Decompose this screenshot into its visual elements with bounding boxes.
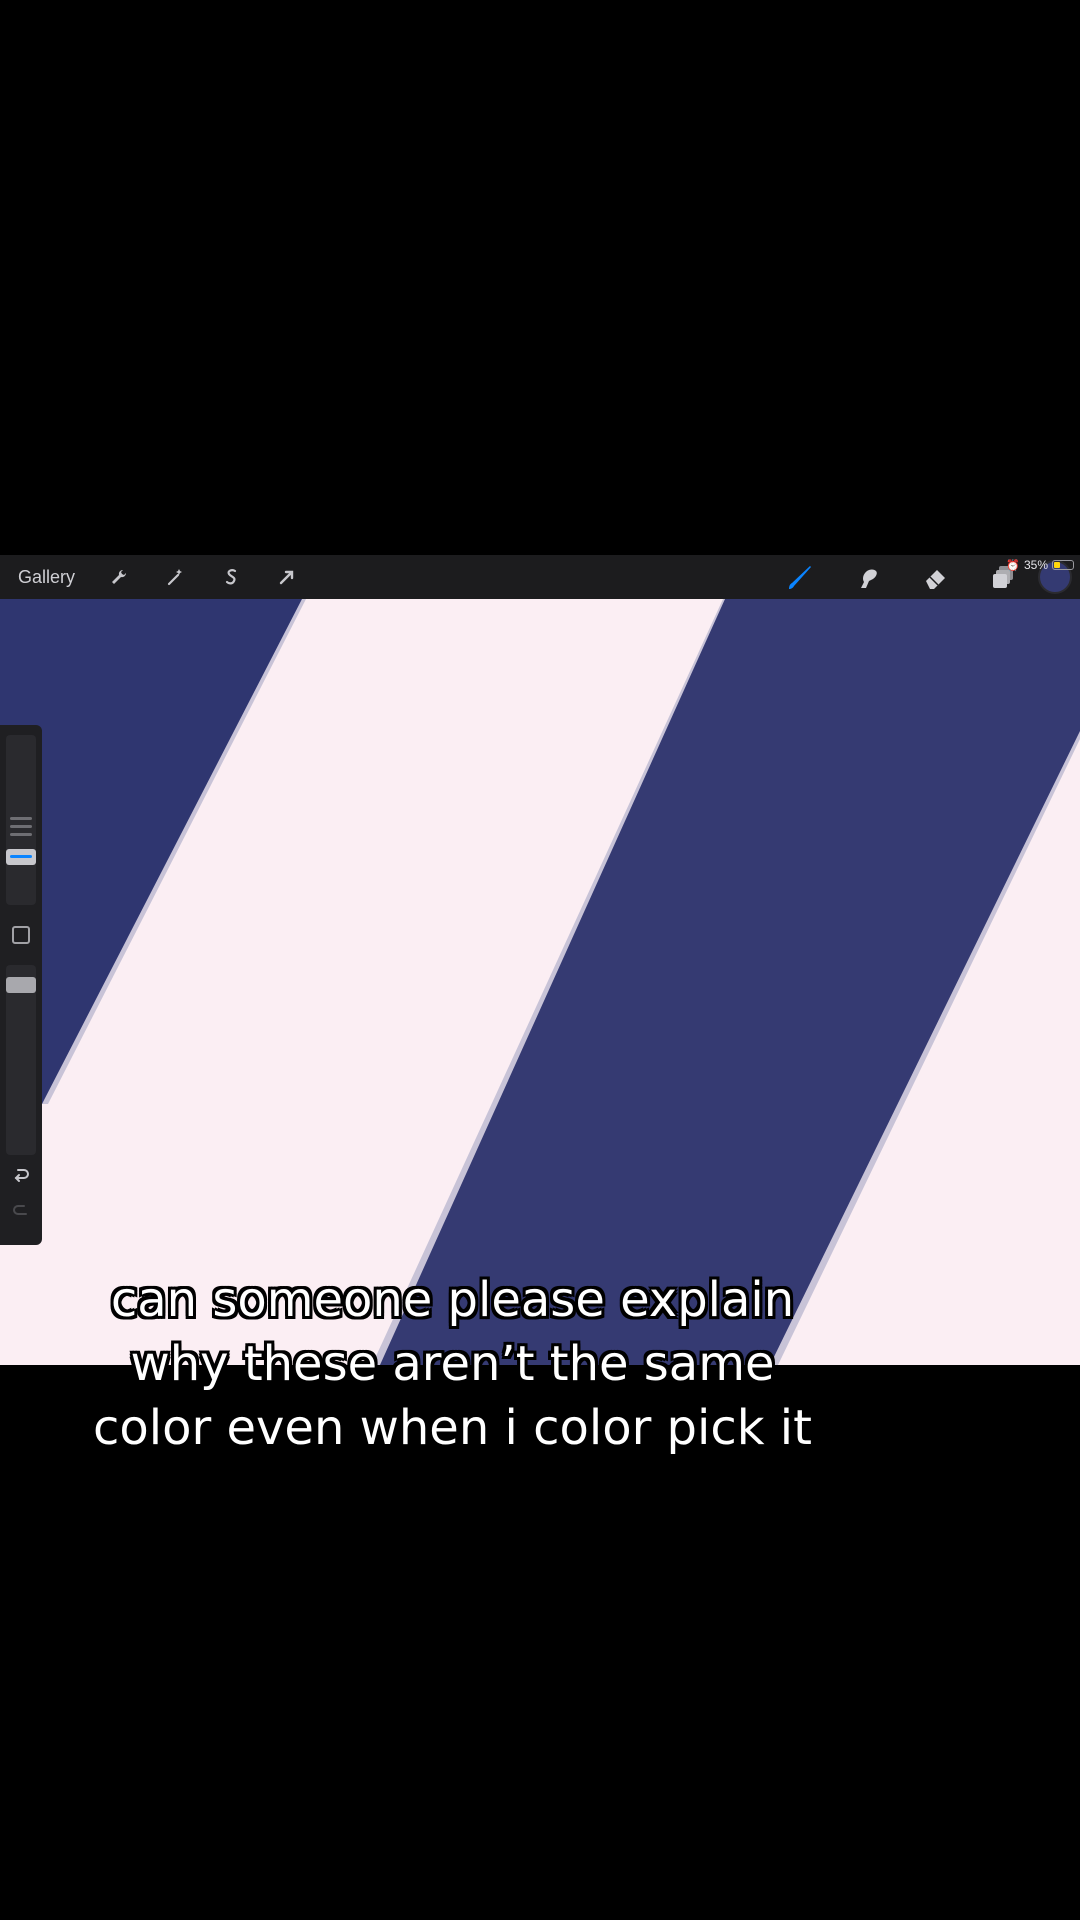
left-sidebar [0, 725, 42, 1245]
redo-icon[interactable] [9, 1199, 33, 1223]
magic-wand-icon[interactable] [157, 559, 193, 595]
eraser-icon[interactable] [918, 559, 954, 595]
modify-square-button[interactable] [9, 923, 33, 947]
undo-icon[interactable] [9, 1163, 33, 1187]
drawing-canvas[interactable] [0, 599, 1080, 1365]
opacity-slider[interactable] [6, 965, 36, 1155]
alarm-icon: ⏰ [1006, 559, 1020, 572]
procreate-screen: Gallery ⏰ 35% [0, 555, 1080, 1365]
smudge-icon[interactable] [850, 559, 886, 595]
battery-fill [1054, 562, 1060, 568]
top-toolbar: Gallery ⏰ 35% [0, 555, 1080, 599]
battery-icon [1052, 560, 1074, 570]
wrench-icon[interactable] [101, 559, 137, 595]
video-frame: Gallery ⏰ 35% can someone please explain… [0, 0, 1080, 1920]
brush-size-handle[interactable] [6, 849, 36, 865]
caption-line-1: can someone please explain [110, 1272, 795, 1328]
brush-icon[interactable] [782, 559, 818, 595]
status-bar: ⏰ 35% [1006, 555, 1080, 575]
caption-line-2: why these aren’t the same [130, 1336, 775, 1392]
video-caption: can someone please explain why these are… [0, 1268, 905, 1460]
opacity-handle[interactable] [6, 977, 36, 993]
gallery-button[interactable]: Gallery [18, 567, 75, 588]
grip-lines-icon [10, 817, 32, 836]
caption-line-3: color even when i color pick it [93, 1400, 812, 1456]
transform-arrow-icon[interactable] [269, 559, 305, 595]
battery-percent: 35% [1023, 558, 1048, 572]
selection-icon[interactable] [213, 559, 249, 595]
